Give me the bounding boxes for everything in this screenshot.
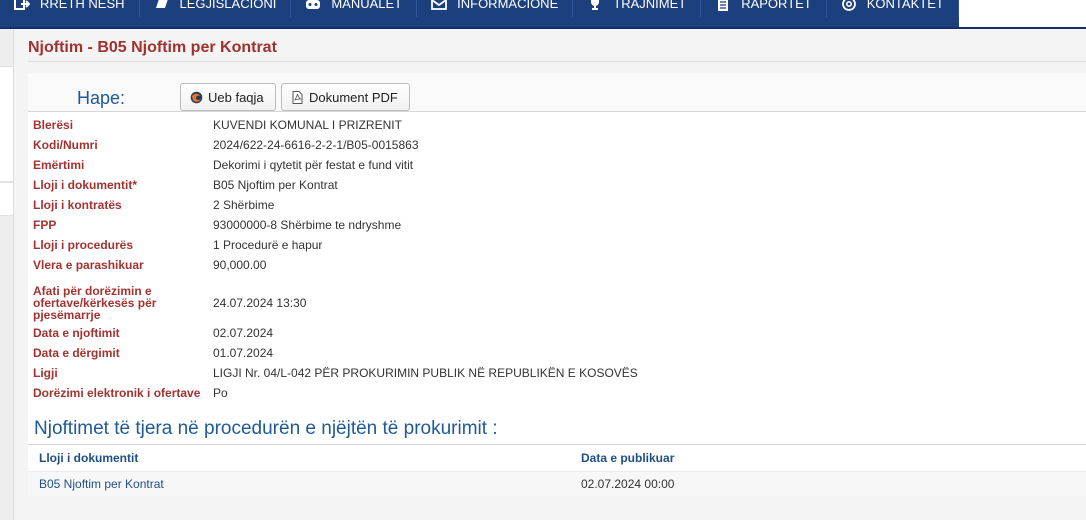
nav-label: KONTAKTET bbox=[866, 0, 944, 11]
detail-value: B05 Njoftim per Kontrat bbox=[213, 178, 338, 192]
detail-value: 2024/622-24-6616-2-2-1/B05-0015863 bbox=[213, 138, 419, 152]
detail-row: Data e njoftimit 02.07.2024 bbox=[28, 327, 1086, 347]
main-content: Njoftim - B05 Njoftim per Kontrat Hape: … bbox=[28, 29, 1086, 520]
detail-label: Kodi/Numri bbox=[33, 138, 98, 152]
column-header-document-type: Lloji i dokumentit bbox=[39, 451, 139, 465]
detail-value: 2 Shërbime bbox=[213, 198, 275, 212]
detail-value: 90,000.00 bbox=[213, 258, 267, 272]
table-header: Lloji i dokumentit Data e publikuar bbox=[28, 445, 1086, 471]
detail-row: Data e dërgimit 01.07.2024 bbox=[28, 347, 1086, 367]
web-page-button[interactable]: Ueb faqja bbox=[180, 83, 276, 111]
detail-label: Lloji i procedurës bbox=[33, 238, 134, 252]
nav-item-raportet[interactable]: RAPORTET bbox=[701, 0, 827, 17]
detail-row: Lloji i dokumentit* B05 Njoftim per Kont… bbox=[28, 179, 1086, 199]
detail-label: Afati për dorëzimin e ofertave/kërkesës … bbox=[33, 284, 157, 322]
open-label: Hape: bbox=[77, 88, 126, 108]
detail-label: Dorëzimi elektronik i ofertave bbox=[33, 386, 201, 400]
gamepad-icon bbox=[305, 0, 321, 11]
detail-value: 24.07.2024 13:30 bbox=[213, 296, 307, 310]
detail-row: Afati për dorëzimin e ofertave/kërkesës … bbox=[28, 279, 1086, 327]
web-page-label: Ueb faqja bbox=[208, 89, 264, 105]
trophy-icon bbox=[587, 0, 603, 11]
detail-label: Emërtimi bbox=[33, 158, 85, 172]
sidebar-segment bbox=[0, 66, 13, 182]
detail-label: Ligji bbox=[33, 366, 58, 380]
nav-label: MANUALET bbox=[331, 0, 403, 11]
detail-value: 02.07.2024 bbox=[213, 326, 274, 340]
column-header-published-date: Data e publikuar bbox=[581, 451, 675, 465]
nav-label: RRETH NESH bbox=[40, 0, 125, 11]
left-sidebar-strip bbox=[0, 29, 14, 520]
file-icon bbox=[715, 0, 731, 11]
detail-row: Lloji i kontratës 2 Shërbime bbox=[28, 199, 1086, 219]
table-row[interactable]: B05 Njoftim per Kontrat 02.07.2024 00:00 bbox=[28, 471, 1086, 496]
nav-item-legjislacioni[interactable]: LEGJISLACIONI bbox=[140, 0, 292, 17]
detail-label: Vlera e parashikuar bbox=[33, 258, 144, 272]
sidebar-segment bbox=[0, 182, 13, 216]
detail-row: Ligji LIGJI Nr. 04/L-042 PËR PROKURIMIN … bbox=[28, 367, 1086, 387]
detail-value: LIGJI Nr. 04/L-042 PËR PROKURIMIN PUBLIK… bbox=[213, 366, 638, 380]
document-type-link[interactable]: B05 Njoftim per Kontrat bbox=[28, 477, 568, 491]
open-toolbar: Hape: Ueb faqja Dokument PDF bbox=[28, 73, 1086, 112]
detail-row: Lloji i procedurës 1 Procedurë e hapur bbox=[28, 239, 1086, 259]
detail-label: Lloji i kontratës bbox=[33, 198, 122, 212]
nav-label: RAPORTET bbox=[741, 0, 812, 11]
detail-row: Vlera e parashikuar 90,000.00 bbox=[28, 259, 1086, 279]
detail-row: Emërtimi Dekorimi i qytetit për festat e… bbox=[28, 159, 1086, 179]
login-icon bbox=[14, 0, 30, 11]
nav-item-manualet[interactable]: MANUALET bbox=[291, 0, 418, 17]
nav-item-kontaktet[interactable]: KONTAKTET bbox=[827, 0, 959, 17]
pdf-document-label: Dokument PDF bbox=[309, 89, 398, 105]
nav-label: INFORMACIONE bbox=[457, 0, 559, 11]
detail-label: Lloji i dokumentit* bbox=[33, 178, 137, 192]
nav-label: TRAJNIMET bbox=[613, 0, 687, 11]
detail-row: Kodi/Numri 2024/622-24-6616-2-2-1/B05-00… bbox=[28, 139, 1086, 159]
at-sign-icon bbox=[841, 0, 857, 11]
browser-icon bbox=[190, 91, 203, 104]
nav-item-trajnimet[interactable]: TRAJNIMET bbox=[573, 0, 702, 17]
detail-row: Blerësi KUVENDI KOMUNAL I PRIZRENIT bbox=[28, 119, 1086, 139]
other-notices-title: Njoftimet të tjera në procedurën e njëjt… bbox=[34, 418, 498, 439]
divider bbox=[28, 61, 1086, 62]
notice-details: Blerësi KUVENDI KOMUNAL I PRIZRENIT Kodi… bbox=[28, 119, 1086, 407]
detail-label: Data e dërgimit bbox=[33, 346, 120, 360]
detail-value: 93000000-8 Shërbime te ndryshme bbox=[213, 218, 402, 232]
detail-value: 1 Procedurë e hapur bbox=[213, 238, 323, 252]
top-navigation: RRETH NESH LEGJISLACIONI MANUALET INFORM… bbox=[0, 0, 1086, 29]
pdf-document-button[interactable]: Dokument PDF bbox=[281, 83, 410, 111]
published-date: 02.07.2024 00:00 bbox=[581, 477, 675, 491]
envelope-icon bbox=[431, 0, 448, 11]
nav-item-rreth-nesh[interactable]: RRETH NESH bbox=[0, 0, 140, 17]
book-icon bbox=[154, 0, 170, 11]
nav-item-informacione[interactable]: INFORMACIONE bbox=[417, 0, 574, 17]
detail-label: Blerësi bbox=[33, 118, 74, 132]
detail-label: Data e njoftimit bbox=[33, 326, 120, 340]
notice-panel: Hape: Ueb faqja Dokument PDF Blerësi KUV… bbox=[28, 73, 1086, 496]
other-notices-table: Lloji i dokumentit Data e publikuar B05 … bbox=[28, 444, 1086, 496]
detail-value: Dekorimi i qytetit për festat e fund vit… bbox=[213, 158, 414, 172]
detail-row: Dorëzimi elektronik i ofertave Po bbox=[28, 387, 1086, 407]
nav-empty-area bbox=[958, 0, 1086, 27]
nav-label: LEGJISLACIONI bbox=[179, 0, 277, 11]
detail-value: Po bbox=[213, 386, 228, 400]
detail-value: KUVENDI KOMUNAL I PRIZRENIT bbox=[213, 118, 402, 132]
detail-row: FPP 93000000-8 Shërbime te ndryshme bbox=[28, 219, 1086, 239]
pdf-icon bbox=[291, 90, 304, 104]
detail-label: FPP bbox=[33, 218, 57, 232]
page-title: Njoftim - B05 Njoftim per Kontrat bbox=[28, 39, 277, 56]
detail-value: 01.07.2024 bbox=[213, 346, 274, 360]
